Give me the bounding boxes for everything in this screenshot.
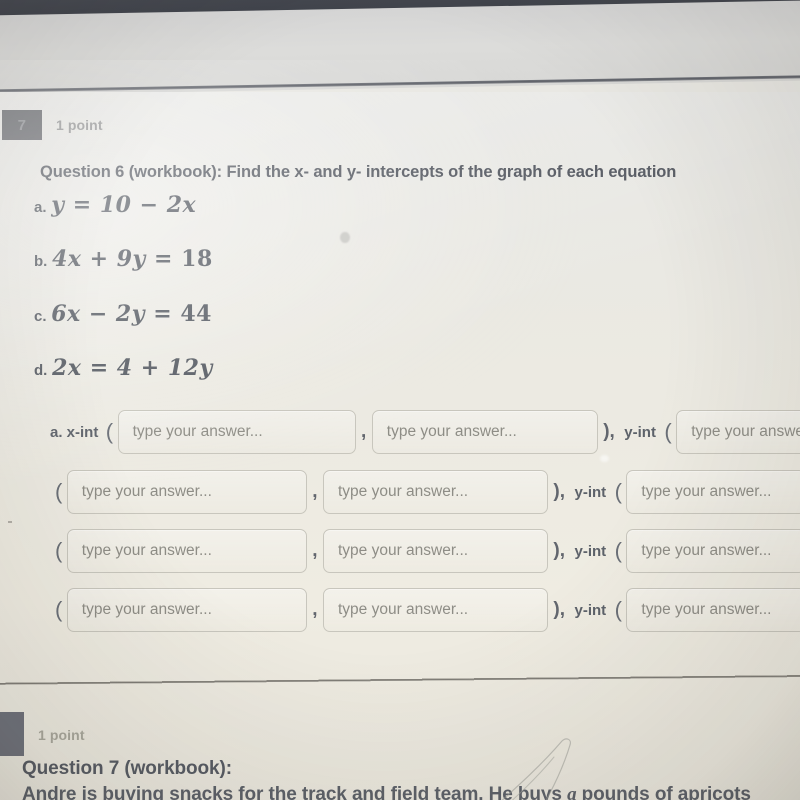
answer-row-b: ( type your answer... , type your answer… xyxy=(55,470,800,516)
answer-row-d-comma: , xyxy=(312,599,318,620)
answer-row-c-yint-field-1[interactable]: type your answer... xyxy=(626,529,800,573)
answer-row-a-label: a. x-int xyxy=(50,423,99,441)
answer-row-a-yint-label: y-int xyxy=(624,423,656,441)
answer-row-b-xint-field-2[interactable]: type your answer... xyxy=(322,470,548,514)
answer-row-a-close-paren: ), xyxy=(603,421,615,442)
answer-row-a-yint-paren: ( xyxy=(664,419,672,444)
equation-a-rhs: 10 − 2x xyxy=(99,192,197,218)
question-6-points: 1 point xyxy=(56,117,103,133)
answer-row-c: ( type your answer... , type your answer… xyxy=(55,529,800,575)
equation-d-rel: = xyxy=(89,355,109,381)
answer-row-d-xint-field-2[interactable]: type your answer... xyxy=(322,588,548,632)
answer-row-b-xint-field-1[interactable]: type your answer... xyxy=(66,470,307,514)
answer-row-a: a. x-int ( type your answer... , type yo… xyxy=(50,410,800,456)
paper-edge-mark xyxy=(8,521,12,523)
equation-d-label: d. xyxy=(34,362,48,379)
equation-c-lhs: 6x − 2y xyxy=(51,301,146,327)
equation-b-lhs: 4x + 9y xyxy=(52,246,146,272)
answer-row-a-xint-field-2[interactable]: type your answer... xyxy=(371,410,598,454)
answer-row-d-open-paren: ( xyxy=(55,597,63,622)
equation-a-rel: = xyxy=(72,192,92,218)
answer-row-d-yint-field-1[interactable]: type your answer... xyxy=(626,588,800,632)
answer-row-c-xint-field-2[interactable]: type your answer... xyxy=(322,529,548,573)
answer-row-b-comma: , xyxy=(312,481,318,502)
question-6-title: Question 6 (workbook): Find the x- and y… xyxy=(40,163,676,182)
question-number-badge: 7 xyxy=(2,110,42,140)
answer-row-c-comma: , xyxy=(312,540,318,561)
paper-speck-artifact xyxy=(600,455,609,462)
question-6-title-body: Find the x- and y- intercepts of the gra… xyxy=(226,163,677,181)
answer-row-d: ( type your answer... , type your answer… xyxy=(55,588,800,634)
equation-b-label: b. xyxy=(34,253,48,270)
question-7-badge xyxy=(0,712,24,756)
equation-b: b. 4x + 9y = 18 xyxy=(34,246,213,272)
question-7-body-after: pounds of apricots xyxy=(576,784,751,800)
quiz-screenshot: 7 1 point Question 6 (workbook): Find th… xyxy=(0,0,800,800)
answer-row-a-comma: , xyxy=(361,421,367,442)
question-7-points: 1 point xyxy=(38,727,85,743)
equation-c-rel: = xyxy=(153,301,173,327)
answer-row-c-open-paren: ( xyxy=(55,538,63,563)
question-7-body-before: Andre is buying snacks for the track and… xyxy=(22,784,568,800)
answer-row-b-yint-paren: ( xyxy=(614,479,622,504)
answer-row-c-yint-label: y-int xyxy=(574,542,607,560)
answer-row-a-xint-field-1[interactable]: type your answer... xyxy=(117,410,356,454)
answer-row-d-close-paren: ), xyxy=(553,599,566,620)
answer-row-b-open-paren: ( xyxy=(55,479,63,504)
answer-row-c-xint-field-1[interactable]: type your answer... xyxy=(66,529,307,573)
answer-row-b-close-paren: ), xyxy=(553,481,566,502)
equation-a-lhs: y xyxy=(51,192,65,218)
question-7-body: Andre is buying snacks for the track and… xyxy=(22,784,751,800)
equation-c: c. 6x − 2y = 44 xyxy=(34,301,212,327)
answer-row-a-open-paren: ( xyxy=(105,419,114,444)
answer-row-a-yint-field-1[interactable]: type your answer... xyxy=(676,410,800,454)
equation-d-lhs: 2x xyxy=(52,355,82,381)
question-7-title: Question 7 (workbook): xyxy=(22,758,232,779)
answer-row-b-yint-label: y-int xyxy=(574,483,607,501)
answer-row-d-yint-paren: ( xyxy=(614,597,622,622)
equation-b-rhs: 18 xyxy=(181,246,213,272)
equation-a-label: a. xyxy=(34,199,47,216)
answer-row-c-yint-paren: ( xyxy=(614,538,622,563)
equation-c-label: c. xyxy=(34,308,47,325)
question-6-title-label: Question 6 (workbook): xyxy=(40,163,223,181)
answer-row-c-close-paren: ), xyxy=(553,540,566,561)
answer-row-d-xint-field-1[interactable]: type your answer... xyxy=(66,588,307,632)
equation-d-rhs: 4 + 12y xyxy=(116,355,213,381)
answer-row-b-yint-field-1[interactable]: type your answer... xyxy=(626,470,800,514)
equation-d: d. 2x = 4 + 12y xyxy=(34,355,213,381)
answer-row-d-yint-label: y-int xyxy=(574,601,607,619)
paper-smudge-artifact xyxy=(340,232,350,243)
equation-c-rhs: 44 xyxy=(180,301,212,327)
equation-a: a. y = 10 − 2x xyxy=(34,192,196,218)
equation-b-rel: = xyxy=(154,246,173,272)
